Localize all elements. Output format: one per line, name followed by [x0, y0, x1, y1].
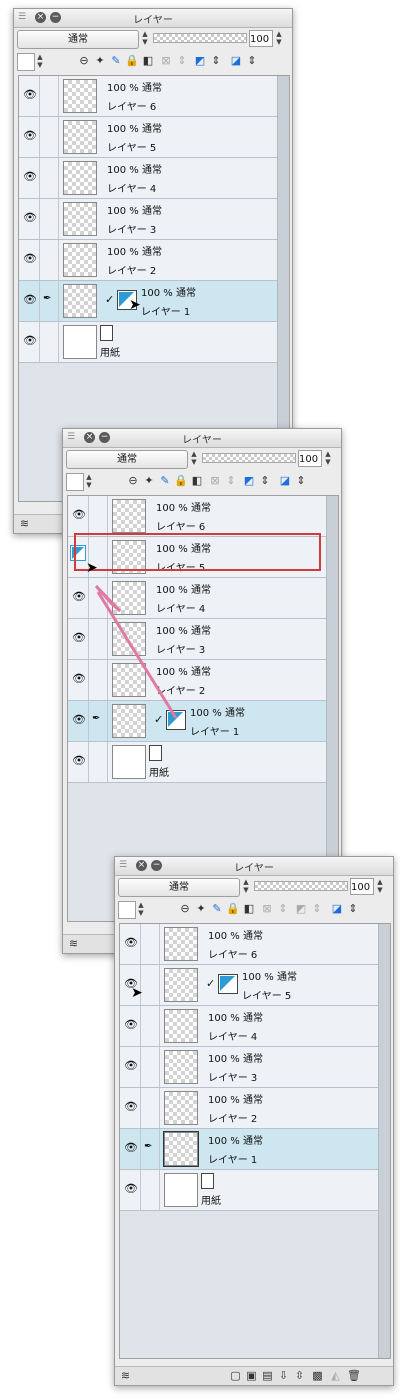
eye-icon[interactable]: 👁: [124, 1059, 138, 1072]
opacity-stepper[interactable]: ▲ ▼: [376, 878, 384, 895]
opacity-slider[interactable]: [254, 881, 348, 891]
mask-disabled-icon[interactable]: ⊠: [260, 901, 274, 917]
bottom-toolbar: ≋ ▢ ▣ ▤ ⇩ ⇳ ▩ ◭ 🗑: [115, 1366, 393, 1385]
new-folder-icon[interactable]: ▤: [261, 1369, 274, 1383]
blend-mode-stepper[interactable]: ▲ ▼: [242, 878, 250, 895]
lock-transparency-icon[interactable]: ◧: [242, 901, 256, 917]
layer-thumbnail: [164, 1050, 198, 1084]
layer-name: レイヤー 6: [208, 950, 258, 961]
clip-below-icon[interactable]: ⊖: [178, 901, 192, 917]
layer-row[interactable]: 👁 100 % 通常 レイヤー 6: [120, 924, 378, 965]
layer-row[interactable]: 👁 100 % 通常 レイヤー 2: [120, 1088, 378, 1129]
pen-icon[interactable]: ✒: [144, 1141, 152, 1152]
blend-mode-select[interactable]: 通常: [118, 878, 240, 897]
layer-lock-cell[interactable]: [140, 1170, 160, 1210]
layer-row-selected[interactable]: 👁 ✒ 100 % 通常 レイヤー 1: [120, 1129, 378, 1170]
layer-name: レイヤー 5: [242, 991, 292, 1002]
opacity-input[interactable]: 100: [350, 878, 374, 895]
eye-icon[interactable]: 👁: [124, 1141, 138, 1154]
lock-icon[interactable]: 🔒: [226, 901, 240, 917]
layer-mode: 100 % 通常: [208, 931, 263, 942]
draft-layer-icon[interactable]: ✎: [210, 901, 224, 917]
title-bar[interactable]: ☰ × − レイヤー: [115, 857, 393, 876]
layer-mask-icon[interactable]: [218, 974, 238, 994]
reference-layer-icon[interactable]: ✦: [194, 901, 208, 917]
layer-list: 👁 100 % 通常 レイヤー 6 👁 ✓ 100 % 通常 レイヤー 5 👁 …: [119, 923, 391, 1359]
layer-row[interactable]: 👁 100 % 通常 レイヤー 3: [120, 1047, 378, 1088]
layer-row[interactable]: 👁 ✓ 100 % 通常 レイヤー 5: [120, 965, 378, 1006]
eye-icon[interactable]: 👁: [124, 1018, 138, 1031]
layer-thumbnail: [164, 1091, 198, 1125]
layer-lock-cell[interactable]: [140, 1006, 160, 1046]
layer-name: レイヤー 1: [208, 1155, 258, 1166]
layer-lock-cell[interactable]: [140, 1088, 160, 1128]
layer-color-icon-stepper[interactable]: ⇕: [346, 901, 360, 917]
layer-mode: 100 % 通常: [208, 1013, 263, 1024]
apply-mask-icon[interactable]: ◭: [329, 1369, 342, 1383]
layer-color-swatch[interactable]: [118, 901, 136, 919]
layer-thumbnail: [163, 1131, 199, 1167]
layer-mask-tool-icon[interactable]: ◩: [294, 901, 308, 917]
layer-name: レイヤー 4: [208, 1032, 258, 1043]
layer-name: レイヤー 3: [208, 1073, 258, 1084]
merge-down-icon[interactable]: ⇳: [293, 1369, 306, 1383]
layer-name: レイヤー 2: [208, 1114, 258, 1125]
scrollbar[interactable]: [378, 924, 390, 1358]
layer-color-icon[interactable]: ◪: [330, 901, 344, 917]
layer-lock-cell[interactable]: [140, 965, 160, 1005]
mask-disabled-stepper[interactable]: ⇕: [276, 901, 290, 917]
layer-thumbnail: [164, 1009, 198, 1043]
eye-icon[interactable]: 👁: [124, 1182, 138, 1195]
layer-mode: 100 % 通常: [208, 1054, 263, 1065]
paper-name: 用紙: [201, 1196, 221, 1207]
layer-thumbnail: [164, 927, 198, 961]
layer-panel-3: ☰ × − レイヤー 通常 ▲ ▼ 100 ▲ ▼ ▲ ▼ ⊖ ✦ ✎ 🔒 ◧ ⊠ ⇕…: [114, 856, 394, 1386]
mouse-cursor-icon: ➤: [131, 985, 143, 1001]
layer-color-stepper[interactable]: ▲ ▼: [137, 901, 145, 918]
new-vector-layer-icon[interactable]: ▣: [245, 1369, 258, 1383]
new-raster-layer-icon[interactable]: ▢: [229, 1369, 242, 1383]
layer-mode: 100 % 通常: [208, 1095, 263, 1106]
layer-mode: 100 % 通常: [208, 1136, 263, 1147]
eye-icon[interactable]: 👁: [124, 936, 138, 949]
transfer-down-icon[interactable]: ⇩: [277, 1369, 290, 1383]
layer-row[interactable]: 👁 100 % 通常 レイヤー 4: [120, 1006, 378, 1047]
mask-stepper[interactable]: ⇕: [310, 901, 324, 917]
layer-lock-cell[interactable]: [140, 1047, 160, 1087]
paper-thumbnail: [164, 1173, 198, 1207]
delete-layer-icon[interactable]: 🗑: [347, 1369, 361, 1383]
layer-mode: 100 % 通常: [242, 972, 297, 983]
eye-icon[interactable]: 👁: [124, 1100, 138, 1113]
create-mask-icon[interactable]: ▩: [311, 1369, 324, 1383]
paper-icon: [201, 1173, 214, 1189]
panel-title: レイヤー: [234, 863, 274, 874]
layer-stack-icon[interactable]: ≋: [119, 1369, 132, 1383]
paper-row[interactable]: 👁 用紙: [120, 1170, 378, 1211]
checkmark-icon: ✓: [206, 977, 216, 990]
layer-lock-cell[interactable]: [140, 924, 160, 964]
layer-thumbnail: [164, 968, 198, 1002]
